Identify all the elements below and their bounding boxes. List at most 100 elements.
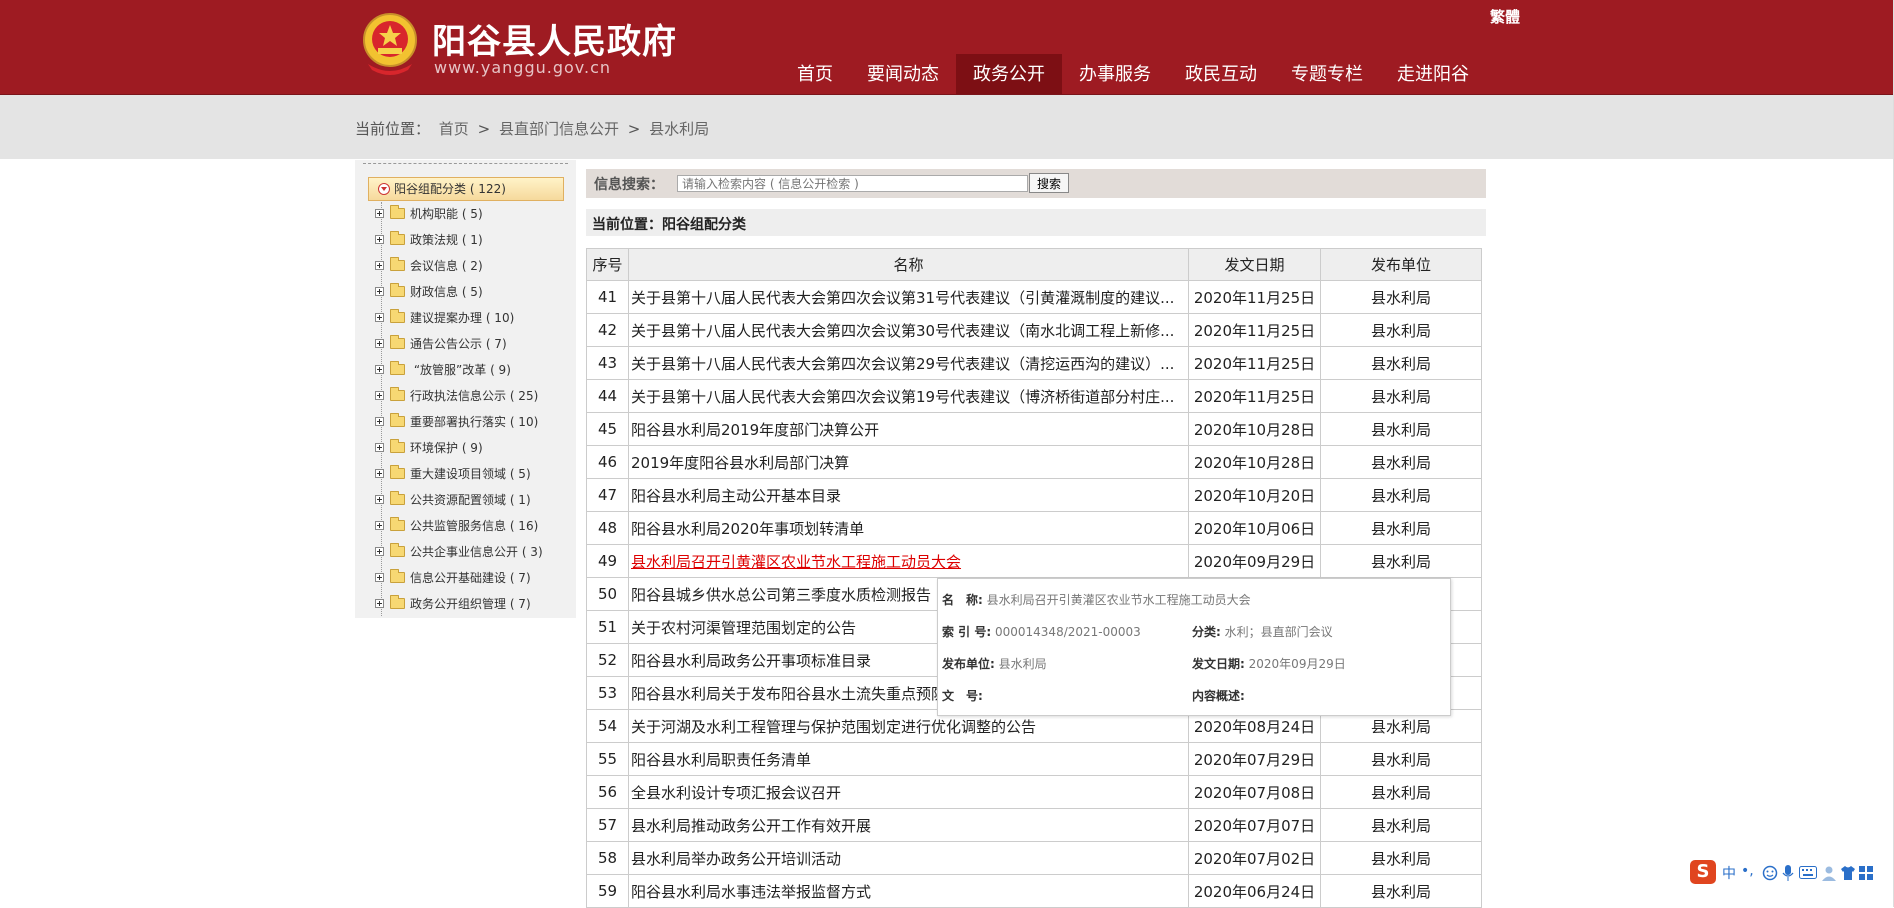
expand-icon[interactable] [375,235,384,244]
row-number: 43 [586,346,629,380]
document-title-link[interactable]: 县水利局推动政务公开工作有效开展 [628,808,1189,842]
nav-news[interactable]: 要闻动态 [850,54,956,94]
row-publisher: 县水利局 [1320,346,1482,380]
tree-item[interactable]: 政策法规 ( 1) [375,230,483,250]
folder-icon [390,335,405,349]
traditional-chinese-link[interactable]: 繁體 [1490,6,1520,27]
row-number: 54 [586,709,629,743]
site-title[interactable]: 阳谷县人民政府 [432,14,677,63]
document-title-link[interactable]: 全县水利设计专项汇报会议召开 [628,775,1189,809]
tree-item-label: 重大建设项目领域 ( 5) [410,467,531,481]
row-date: 2020年11月25日 [1188,313,1321,347]
expand-icon[interactable] [375,547,384,556]
ime-mode-toggle[interactable]: 中 [1722,863,1736,883]
table-row: 45 阳谷县水利局2019年度部门决算公开 2020年10月28日 县水利局 [586,412,1482,446]
document-title-link[interactable]: 阳谷县水利局主动公开基本目录 [628,478,1189,512]
folder-icon [390,361,405,375]
nav-gov-affairs[interactable]: 政务公开 [956,54,1062,94]
expand-icon[interactable] [375,469,384,478]
row-number: 46 [586,445,629,479]
tooltip-name-label: 名 称: [942,593,983,607]
expand-icon[interactable] [375,261,384,270]
document-title-link[interactable]: 关于县第十八届人民代表大会第四次会议第29号代表建议（清挖运西沟的建议）... [628,346,1189,380]
document-title-link[interactable]: 2019年度阳谷县水利局部门决算 [628,445,1189,479]
document-title-link[interactable]: 阳谷县水利局2020年事项划转清单 [628,511,1189,545]
search-button[interactable]: 搜索 [1029,173,1069,193]
expand-icon[interactable] [375,209,384,218]
folder-icon [390,309,405,323]
tree-item[interactable]: 会议信息 ( 2) [375,256,483,276]
category-tree: 阳谷组配分类 ( 122) 机构职能 ( 5) 政策法规 ( 1) 会议信息 ( 2… [355,160,576,618]
col-header-title: 名称 [628,248,1189,281]
tree-item[interactable]: 政务公开组织管理 ( 7) [375,594,531,614]
nav-interaction[interactable]: 政民互动 [1168,54,1274,94]
search-input[interactable] [677,175,1028,192]
breadcrumb-home[interactable]: 首页 [439,120,469,138]
folder-icon [390,413,405,427]
tree-item[interactable]: 重大建设项目领域 ( 5) [375,464,531,484]
tree-item[interactable]: 机构职能 ( 5) [375,204,483,224]
user-icon[interactable] [1821,865,1837,881]
row-number: 48 [586,511,629,545]
expand-icon[interactable] [375,495,384,504]
site-header: 阳谷县人民政府 www.yanggu.gov.cn 繁體 首页 要闻动态 政务公… [0,0,1894,95]
tree-root[interactable]: 阳谷组配分类 ( 122) [368,177,564,201]
row-date: 2020年07月02日 [1188,841,1321,875]
expand-icon[interactable] [375,417,384,426]
search-label: 信息搜索： [594,177,664,193]
tree-item[interactable]: 财政信息 ( 5) [375,282,483,302]
row-number: 57 [586,808,629,842]
nav-about-yanggu[interactable]: 走进阳谷 [1380,54,1486,94]
expand-icon[interactable] [375,573,384,582]
row-publisher: 县水利局 [1320,775,1482,809]
emoji-icon[interactable] [1762,865,1778,881]
tree-item[interactable]: 环境保护 ( 9) [375,438,483,458]
tree-item[interactable]: 公共监管服务信息 ( 16) [375,516,538,536]
document-title-link[interactable]: 关于县第十八届人民代表大会第四次会议第30号代表建议（南水北调工程上新修... [628,313,1189,347]
document-title-link[interactable]: 阳谷县水利局职责任务清单 [628,742,1189,776]
expand-icon[interactable] [375,521,384,530]
tree-item[interactable]: 建议提案办理 ( 10) [375,308,514,328]
keyboard-icon[interactable] [1799,866,1817,879]
tree-item[interactable]: 通告公告公示 ( 7) [375,334,507,354]
nav-home[interactable]: 首页 [780,54,850,94]
document-title-link[interactable]: 阳谷县水利局水事违法举报监督方式 [628,874,1189,908]
tree-item[interactable]: 行政执法信息公示 ( 25) [375,386,538,406]
table-row: 43 关于县第十八届人民代表大会第四次会议第29号代表建议（清挖运西沟的建议）..… [586,346,1482,380]
document-title-link[interactable]: 阳谷县水利局2019年度部门决算公开 [628,412,1189,446]
tree-item[interactable]: 信息公开基础建设 ( 7) [375,568,531,588]
expand-icon[interactable] [375,599,384,608]
expand-icon[interactable] [375,339,384,348]
microphone-icon[interactable] [1782,864,1794,882]
toolbox-grid-icon[interactable] [1858,865,1874,881]
expand-icon[interactable] [375,313,384,322]
breadcrumb-dept-info[interactable]: 县直部门信息公开 [499,120,619,138]
nav-special-topics[interactable]: 专题专栏 [1274,54,1380,94]
expand-icon[interactable] [375,443,384,452]
expand-icon[interactable] [375,391,384,400]
document-title-link[interactable]: 关于县第十八届人民代表大会第四次会议第19号代表建议（博济桥街道部分村庄... [628,379,1189,413]
sogou-logo-icon[interactable]: S [1690,860,1716,884]
breadcrumb-separator: > [627,120,641,138]
skin-shirt-icon[interactable] [1840,865,1856,881]
folder-icon [390,491,405,505]
tree-item[interactable]: “放管服”改革 ( 9) [375,360,511,380]
document-tooltip: 名 称: 县水利局召开引黄灌区农业节水工程施工动员大会 索 引 号: 00001… [937,578,1451,716]
breadcrumb-water-bureau[interactable]: 县水利局 [649,120,709,138]
table-row: 56 全县水利设计专项汇报会议召开 2020年07月08日 县水利局 [586,775,1482,809]
expand-icon[interactable] [375,365,384,374]
row-number: 59 [586,874,629,908]
document-title-link[interactable]: 县水利局召开引黄灌区农业节水工程施工动员大会 [628,544,1189,578]
ime-punctuation-toggle[interactable]: •, [1741,863,1754,879]
expand-icon[interactable] [375,287,384,296]
current-location-bar: 当前位置：阳谷组配分类 [586,209,1486,236]
tree-item[interactable]: 公共企事业信息公开 ( 3) [375,542,543,562]
document-title-link[interactable]: 县水利局举办政务公开培训活动 [628,841,1189,875]
tree-item[interactable]: 公共资源配置领域 ( 1) [375,490,531,510]
row-date: 2020年07月08日 [1188,775,1321,809]
collapse-icon[interactable] [378,183,390,195]
document-title-link[interactable]: 关于县第十八届人民代表大会第四次会议第31号代表建议（引黄灌溉制度的建议... [628,280,1189,314]
nav-services[interactable]: 办事服务 [1062,54,1168,94]
breadcrumb-label: 当前位置： [355,120,431,138]
tree-item[interactable]: 重要部署执行落实 ( 10) [375,412,538,432]
